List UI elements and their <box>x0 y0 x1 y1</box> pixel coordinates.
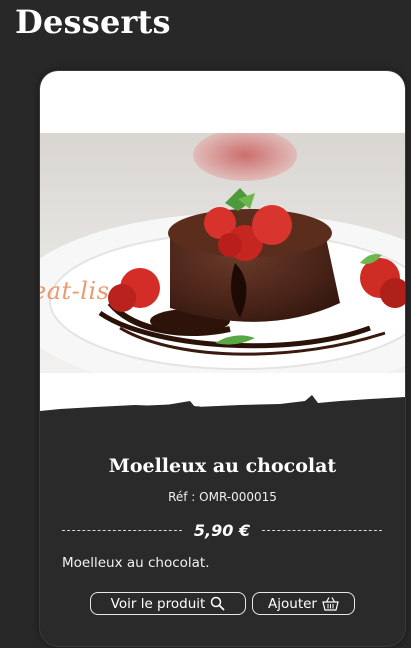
price-row: 5,90 € <box>62 518 382 542</box>
add-to-cart-button[interactable]: Ajouter <box>252 592 355 615</box>
search-icon <box>211 596 225 611</box>
page-title: Desserts <box>15 3 171 41</box>
view-product-label: Voir le produit <box>110 595 206 612</box>
product-image[interactable] <box>40 133 405 373</box>
product-image-area: eat-lis <box>40 71 405 433</box>
product-card: eat-lis Moelleux au chocolat Réf : OMR-0… <box>40 71 405 646</box>
add-to-cart-label: Ajouter <box>268 595 317 612</box>
product-name: Moelleux au chocolat <box>108 455 337 477</box>
price-divider-right <box>262 529 382 531</box>
watermark-text: eat-lis <box>40 277 110 305</box>
product-reference: Réf : OMR-000015 <box>168 490 277 504</box>
view-product-button[interactable]: Voir le produit <box>90 592 246 615</box>
product-description: Moelleux au chocolat. <box>62 555 210 571</box>
product-price: 5,90 € <box>193 520 251 540</box>
brush-stroke-divider <box>40 395 405 433</box>
basket-icon <box>322 597 339 611</box>
price-divider-left <box>62 529 182 531</box>
